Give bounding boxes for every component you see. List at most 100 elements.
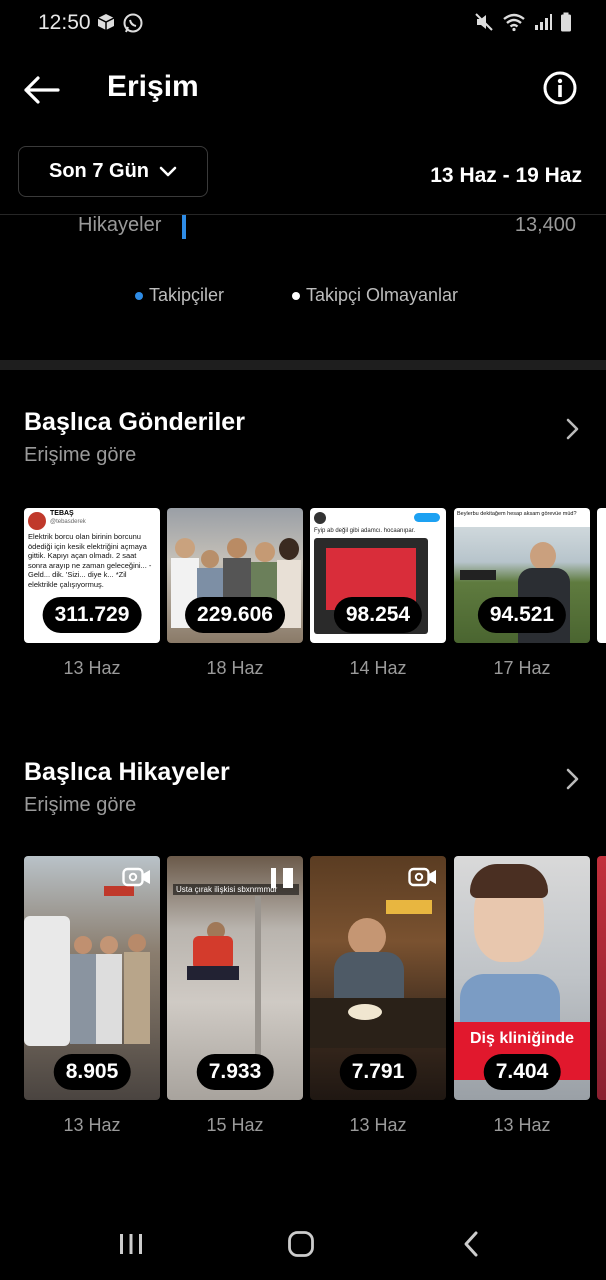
legend-label: Takipçiler [149, 285, 225, 305]
person-shape [279, 538, 299, 560]
home-icon [288, 1231, 314, 1257]
person-shape [100, 936, 118, 954]
person-shape [74, 936, 92, 954]
top-app-bar: Erişim [0, 60, 606, 120]
story-caption: Diş kliniğinde [469, 1030, 574, 1047]
post-caption: Beylerbu dekitağem hesap aksam görevüe m… [457, 511, 577, 517]
post-thumbnail[interactable]: 229.606 [167, 508, 303, 643]
reach-count: 7.933 [196, 1054, 274, 1090]
video-icon [122, 867, 150, 887]
legend-dot [292, 291, 300, 300]
top-stories-subtitle: Erişime göre [24, 794, 137, 816]
wifi-icon [503, 13, 525, 32]
person-shape [201, 550, 219, 568]
story-date: 13 Haz [63, 1115, 121, 1135]
story-thumbnail[interactable]: Usta çırak ilişkisi sbxnrmmdr 7.933 [167, 856, 303, 1100]
top-posts-section: Başlıca Gönderiler Erişime göre TEBAŞ @t… [0, 408, 606, 698]
chevron-right-icon[interactable] [562, 766, 582, 792]
post-thumbnail[interactable]: Fyip ab değil gibi adamcı. hocaanıpar. 9… [310, 508, 446, 643]
breakdown-value: 13,400 [514, 214, 576, 236]
battery-icon [561, 12, 571, 32]
top-stories-list: 8.905 13 Haz Usta çırak ilişkisi sbxnrmm… [24, 856, 606, 1156]
story-thumbnail[interactable]: Diş kliniğinde 7.404 [454, 856, 590, 1100]
story-thumbnail-partial[interactable] [597, 856, 606, 1100]
top-posts-title[interactable]: Başlıca Gönderiler [24, 408, 245, 437]
signal-icon [535, 14, 552, 30]
person-shape [96, 954, 122, 1044]
story-badge-icon [271, 868, 293, 888]
plate-shape [348, 1004, 382, 1020]
top-posts-list: TEBAŞ @tebasderek Elektrik borcu olan bi… [24, 508, 606, 688]
reach-count: 229.606 [185, 597, 285, 633]
breakdown-bar [182, 215, 186, 239]
avatar [28, 512, 46, 530]
arrow-left-icon [24, 76, 60, 104]
breakdown-label: Hikayeler [78, 214, 162, 236]
page-title: Erişim [107, 70, 199, 103]
reach-count: 94.521 [477, 597, 567, 633]
package-icon [97, 14, 115, 30]
avatar [314, 512, 326, 524]
person-shape [187, 966, 239, 980]
person-shape [70, 954, 96, 1044]
post-thumbnail-partial[interactable] [597, 508, 606, 643]
story-date: 13 Haz [493, 1115, 551, 1135]
cattle-shape [460, 570, 496, 580]
home-button[interactable] [281, 1224, 321, 1264]
date-range-dropdown-label: Son 7 Gün [49, 160, 149, 182]
chevron-right-icon[interactable] [562, 416, 582, 442]
chevron-down-icon [159, 166, 177, 176]
post-date: 13 Haz [63, 658, 121, 678]
post-thumbnail[interactable]: TEBAŞ @tebasderek Elektrik borcu olan bi… [24, 508, 160, 643]
railing-shape [255, 896, 261, 1056]
reach-count: 8.905 [53, 1054, 131, 1090]
hair-shape [470, 864, 548, 898]
notification-icons [96, 12, 144, 34]
reach-count: 7.791 [339, 1054, 417, 1090]
mute-icon [475, 13, 493, 31]
menu-board-shape [386, 900, 432, 914]
date-filter-row: Son 7 Gün 13 Haz - 19 Haz [0, 146, 606, 198]
info-icon [543, 71, 577, 105]
breakdown-row-stories: Hikayeler 13,400 [0, 210, 606, 242]
person-shape [124, 952, 150, 1044]
reach-count: 311.729 [42, 597, 142, 633]
reach-count: 98.254 [333, 597, 423, 633]
van-shape [24, 916, 70, 1046]
follow-button [414, 513, 440, 522]
system-back-button[interactable] [451, 1224, 491, 1264]
system-icons [474, 12, 572, 32]
legend-item-non-followers: Takipçi Olmayanlar [292, 285, 458, 306]
legend-item-followers: Takipçiler [135, 285, 224, 306]
top-posts-subtitle: Erişime göre [24, 444, 137, 466]
person-shape [128, 934, 146, 952]
chevron-left-icon [464, 1231, 478, 1257]
back-button[interactable] [22, 72, 62, 108]
table-shape [310, 998, 446, 1048]
status-time: 12:50 [38, 11, 91, 34]
recent-apps-button[interactable] [111, 1224, 151, 1264]
section-divider [0, 360, 606, 370]
top-stories-section: Başlıca Hikayeler Erişime göre 8.905 13 … [0, 758, 606, 1158]
post-thumbnail[interactable]: Beylerbu dekitağem hesap aksam görevüe m… [454, 508, 590, 643]
post-date: 17 Haz [493, 658, 551, 678]
person-shape [348, 918, 386, 956]
person-shape [530, 542, 556, 570]
tweet-author: TEBAŞ [50, 510, 74, 517]
top-stories-title[interactable]: Başlıca Hikayeler [24, 758, 230, 787]
person-shape [175, 538, 195, 558]
video-icon [408, 867, 436, 887]
person-shape [193, 936, 233, 970]
reach-count: 7.404 [483, 1054, 561, 1090]
info-button[interactable] [542, 70, 578, 106]
date-range-dropdown[interactable]: Son 7 Gün [18, 146, 208, 197]
tweet-handle: @tebasderek [50, 519, 86, 525]
tweet-text: Fyip ab değil gibi adamcı. hocaanıpar. [314, 528, 416, 534]
status-bar: 12:50 [0, 0, 606, 46]
story-thumbnail[interactable]: 7.791 [310, 856, 446, 1100]
person-shape [334, 952, 404, 1004]
story-thumbnail[interactable]: 8.905 [24, 856, 160, 1100]
whatsapp-icon [123, 13, 143, 33]
person-shape [227, 538, 247, 558]
legend-dot [135, 291, 143, 300]
